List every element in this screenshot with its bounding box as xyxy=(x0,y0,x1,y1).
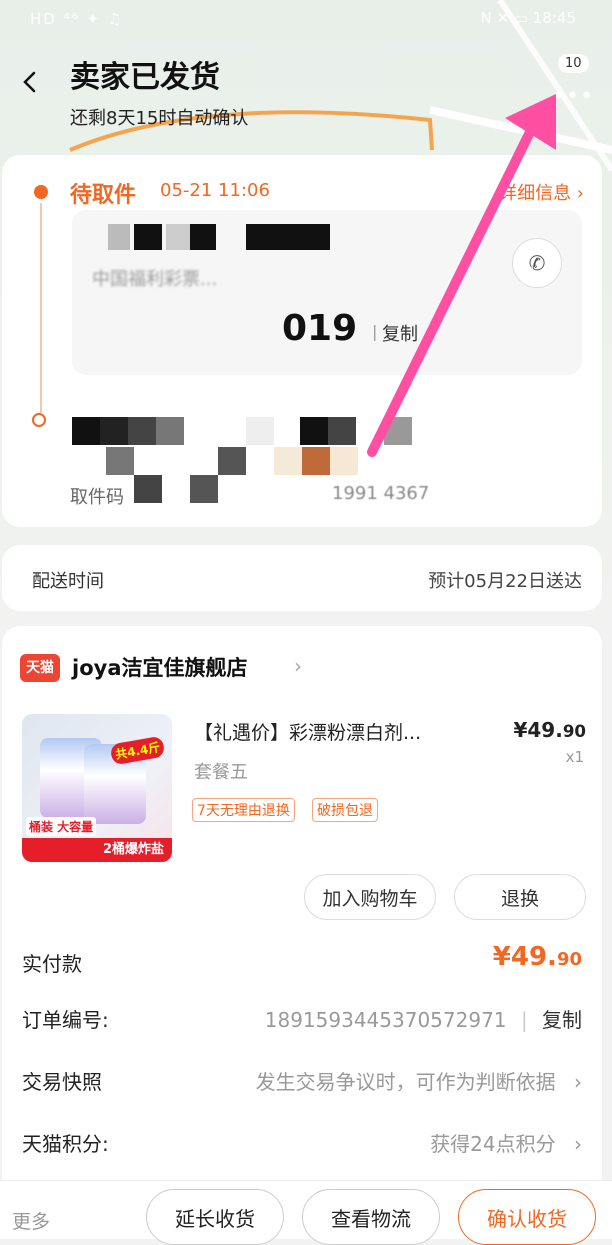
refund-button[interactable]: 退换 xyxy=(454,874,586,920)
redacted-pixel xyxy=(72,417,100,445)
service-tag-return: 7天无理由退换 xyxy=(192,798,295,822)
separator: | xyxy=(372,322,378,341)
more-menu-button[interactable]: 10 ••• xyxy=(548,54,598,109)
bottom-action-bar: 更多 延长收货 查看物流 确认收货 xyxy=(0,1180,612,1245)
snapshot-row[interactable]: 交易快照 发生交易争议时，可作为判断依据 › xyxy=(22,1060,582,1100)
points-value-wrap: 获得24点积分 › xyxy=(430,1128,582,1157)
copy-order-number-button[interactable]: 复制 xyxy=(542,1008,582,1032)
shop-name[interactable]: joya洁宜佳旗舰店 xyxy=(72,652,248,682)
redacted-block xyxy=(190,224,216,250)
station-name: 中国福利彩票... xyxy=(92,269,218,290)
redacted-pixel xyxy=(190,475,218,503)
redacted-block xyxy=(108,224,130,250)
delivery-time-value: 预计05月22日送达 xyxy=(428,571,582,592)
logistics-detail-link[interactable]: 详细信息 › xyxy=(499,179,584,205)
redacted-pixel xyxy=(330,447,358,475)
auto-confirm-countdown: 还剩8天15时自动确认 xyxy=(70,108,249,129)
separator: | xyxy=(520,1008,528,1032)
redacted-block xyxy=(134,224,162,250)
redacted-pixel xyxy=(246,417,274,445)
image-bottom-tag: 2桶爆炸盐 xyxy=(22,838,172,862)
page-title: 卖家已发货 xyxy=(70,60,220,95)
pickup-station-box: 中国福利彩票... 019 | 复制 ✆ xyxy=(72,210,582,375)
delivery-time-label: 配送时间 xyxy=(32,571,104,592)
header: 卖家已发货 还剩8天15时自动确认 10 ••• xyxy=(0,38,612,148)
snapshot-value: 发生交易争议时，可作为判断依据 xyxy=(255,1070,556,1094)
product-title[interactable]: 【礼遇价】彩漂粉漂白剂... xyxy=(194,718,421,745)
more-dots-icon: ••• xyxy=(552,84,594,109)
status-icons-left: HD ⁴⁶ ✦ ♫ xyxy=(30,10,124,28)
logistics-card: 待取件 05-21 11:06 详细信息 › 中国福利彩票... 019 | 复… xyxy=(2,155,602,527)
product-price: ¥49.90 xyxy=(513,718,586,742)
product-price-main: ¥49. xyxy=(513,718,563,742)
order-number-value: 1891593445370572971 xyxy=(264,1008,507,1032)
redacted-pixel xyxy=(300,417,328,445)
redacted-pixel xyxy=(134,475,162,503)
redacted-pixel xyxy=(384,417,412,445)
points-row[interactable]: 天猫积分: 获得24点积分 › xyxy=(22,1122,582,1162)
timeline-current-dot xyxy=(34,185,48,199)
back-icon[interactable] xyxy=(18,70,42,94)
view-logistics-button[interactable]: 查看物流 xyxy=(302,1189,440,1245)
pickup-status: 待取件 xyxy=(70,183,137,208)
paid-amount-decimal: 90 xyxy=(556,949,582,970)
redacted-block xyxy=(246,224,330,250)
chevron-right-icon[interactable]: › xyxy=(294,654,302,678)
extend-receipt-button[interactable]: 延长收货 xyxy=(146,1189,284,1245)
paid-label: 实付款 xyxy=(22,952,82,976)
points-label: 天猫积分: xyxy=(22,1132,109,1156)
status-icons-right: N ✕ ▭ 18:45 xyxy=(480,9,577,27)
redacted-pixel xyxy=(274,447,302,475)
paid-amount: ¥49.90 xyxy=(493,942,582,972)
timeline-line xyxy=(40,203,42,413)
redacted-pixel xyxy=(128,417,156,445)
pickup-code-label: 取件码 xyxy=(70,487,124,508)
pickup-code: 019 xyxy=(282,308,358,349)
chevron-right-icon: › xyxy=(574,1070,582,1094)
message-count-badge: 10 xyxy=(558,54,589,73)
redacted-pixel xyxy=(302,447,330,475)
add-to-cart-button[interactable]: 加入购物车 xyxy=(304,874,436,920)
status-bar: HD ⁴⁶ ✦ ♫ N ✕ ▭ 18:45 xyxy=(0,0,612,38)
product-image[interactable]: 共4.4斤 桶装 大容量 2桶爆炸盐 xyxy=(22,714,172,862)
order-number-value-wrap: 1891593445370572971 | 复制 xyxy=(265,1004,582,1033)
order-card: 天猫 joya洁宜佳旗舰店 › 共4.4斤 桶装 大容量 2桶爆炸盐 【礼遇价】… xyxy=(2,626,602,1186)
paid-amount-main: ¥49. xyxy=(492,942,557,972)
product-price-decimal: 90 xyxy=(562,722,586,741)
phone-icon: ✆ xyxy=(528,251,546,275)
redacted-pixel xyxy=(156,417,184,445)
more-actions-button[interactable]: 更多 xyxy=(12,1207,50,1234)
product-sku: 套餐五 xyxy=(194,762,248,783)
snapshot-value-wrap: 发生交易争议时，可作为判断依据 › xyxy=(256,1066,582,1095)
redacted-pixel xyxy=(218,447,246,475)
pickup-phone-tail: 1991 4367 xyxy=(332,483,430,504)
image-weight-burst: 共4.4斤 xyxy=(109,735,166,766)
service-tag-damage: 破损包退 xyxy=(312,798,378,822)
pickup-time: 05-21 11:06 xyxy=(160,180,270,201)
confirm-receipt-button[interactable]: 确认收货 xyxy=(458,1189,596,1245)
snapshot-label: 交易快照 xyxy=(22,1070,102,1094)
chevron-right-icon: › xyxy=(574,1132,582,1156)
timeline-address-dot xyxy=(32,413,46,427)
tmall-logo: 天猫 xyxy=(20,654,60,682)
paid-row: 实付款 ¥49.90 xyxy=(22,942,582,982)
redacted-block xyxy=(166,224,190,250)
redacted-pixel xyxy=(106,447,134,475)
call-station-button[interactable]: ✆ xyxy=(512,238,562,288)
order-number-row: 订单编号: 1891593445370572971 | 复制 xyxy=(22,998,582,1038)
redacted-pixel xyxy=(328,417,356,445)
delivery-time-card: 配送时间 预计05月22日送达 xyxy=(2,545,602,611)
product-quantity: x1 xyxy=(565,748,584,766)
image-capacity-tag: 桶装 大容量 xyxy=(26,817,97,836)
redacted-pixel xyxy=(100,417,128,445)
copy-pickup-code-button[interactable]: 复制 xyxy=(382,320,418,346)
points-value: 获得24点积分 xyxy=(430,1132,556,1156)
order-number-label: 订单编号: xyxy=(22,1008,109,1032)
